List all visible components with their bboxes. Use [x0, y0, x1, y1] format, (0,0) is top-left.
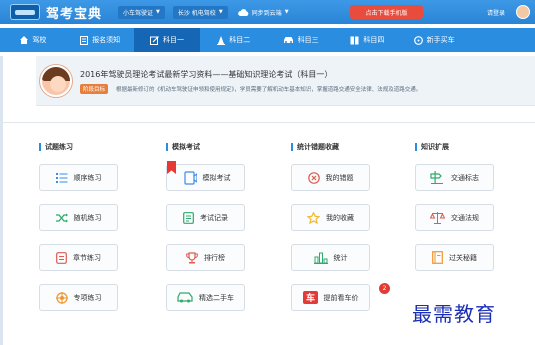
- notice-icon: [80, 35, 89, 45]
- button-label: 过关秘籍: [449, 253, 477, 262]
- car-type-select[interactable]: 小车驾驶证 ▼: [118, 5, 165, 19]
- special-practice-button[interactable]: 专项练习: [39, 284, 118, 311]
- shuffle-icon: [55, 213, 68, 223]
- chevron-down-icon: ▼: [218, 9, 223, 15]
- traffic-law-button[interactable]: 交通法规: [415, 204, 494, 231]
- car-price-icon: 车: [302, 291, 318, 304]
- heading-mock-exam: 模拟考试: [166, 143, 200, 151]
- used-car-button[interactable]: 精选二手车: [166, 284, 245, 311]
- nav-label: 驾校: [32, 36, 47, 44]
- wheel-icon: [413, 35, 423, 45]
- list-icon: [55, 172, 68, 183]
- nav-label: 科目二: [229, 36, 251, 44]
- notification-badge: 2: [379, 283, 390, 294]
- nav-item-subject-four[interactable]: 科目四: [334, 28, 401, 52]
- nav-item-enroll-notice[interactable]: 报名须知: [67, 28, 134, 52]
- traffic-sign-icon: [430, 171, 445, 184]
- secret-book-icon: [432, 251, 443, 264]
- goal-tag: 阶段目标: [80, 84, 109, 94]
- car-type-label: 小车驾驶证: [123, 9, 154, 17]
- button-label: 提前看车价: [323, 293, 359, 302]
- main-nav: 驾校 报名须知 科目一 科目二 科目三 科目四 新手买车: [0, 28, 535, 52]
- region-select[interactable]: 长沙 机电驾校 ▼: [172, 5, 228, 19]
- nav-label: 科目三: [297, 36, 319, 44]
- car-price-button[interactable]: 车 提前看车价: [291, 284, 370, 311]
- logo-car-icon: [10, 4, 40, 20]
- sync-label: 同步到云端: [251, 9, 282, 17]
- target-icon: [55, 291, 68, 304]
- button-label: 章节练习: [73, 253, 101, 262]
- nav-label: 科目四: [363, 36, 385, 44]
- pass-secrets-button[interactable]: 过关秘籍: [415, 244, 494, 271]
- chapter-icon: [56, 251, 67, 264]
- random-practice-button[interactable]: 随机练习: [39, 204, 118, 231]
- button-label: 交通标志: [451, 173, 479, 182]
- cone-icon: [217, 35, 226, 45]
- chevron-down-icon: ▼: [156, 9, 160, 15]
- sequential-practice-button[interactable]: 顺序练习: [39, 164, 118, 191]
- star-icon: [307, 211, 320, 224]
- home-icon: [20, 36, 29, 44]
- used-car-icon: [177, 292, 193, 303]
- svg-text:车: 车: [305, 292, 314, 304]
- mascot-avatar: [40, 65, 72, 97]
- button-label: 随机练习: [73, 213, 102, 222]
- heading-practice: 试题练习: [39, 143, 73, 151]
- download-app-button[interactable]: 点击下载手机版: [350, 5, 423, 19]
- trophy-icon: [186, 251, 198, 264]
- intro-banner: [36, 56, 535, 106]
- app-logo[interactable]: 驾考宝典: [10, 3, 102, 22]
- button-label: 考试记录: [200, 213, 228, 222]
- region-label: 长沙 机电驾校: [177, 9, 216, 17]
- statistics-button[interactable]: 统计: [291, 244, 370, 271]
- section-divider: [0, 122, 535, 123]
- traffic-signs-button[interactable]: 交通标志: [415, 164, 494, 191]
- exam-record-button[interactable]: 考试记录: [166, 204, 245, 231]
- cloud-icon: [237, 8, 248, 16]
- my-favorites-button[interactable]: 我的收藏: [291, 204, 370, 231]
- sync-cloud-button[interactable]: 同步到云端 ▼: [237, 8, 289, 17]
- record-icon: [183, 211, 194, 224]
- left-edge-strip: [0, 56, 3, 345]
- nav-label: 报名须知: [92, 36, 121, 44]
- nav-item-new-car[interactable]: 新手买车: [401, 28, 468, 52]
- button-label: 我的错题: [325, 173, 354, 182]
- chapter-practice-button[interactable]: 章节练习: [39, 244, 118, 271]
- banner-title: 2016年驾驶员理论考试最新学习资料——基础知识理论考试（科目一）: [80, 70, 333, 79]
- button-label: 专项练习: [73, 293, 102, 302]
- nav-label: 新手买车: [426, 36, 455, 44]
- car-icon: [283, 36, 294, 44]
- wrong-icon: [307, 171, 320, 184]
- top-bar: 驾考宝典 小车驾驶证 ▼ 长沙 机电驾校 ▼ 同步到云端 ▼: [0, 0, 535, 24]
- button-label: 统计: [333, 253, 348, 262]
- button-label: 排行榜: [204, 253, 225, 262]
- button-label: 精选二手车: [199, 293, 234, 302]
- edit-icon: [149, 35, 159, 45]
- user-avatar[interactable]: [516, 5, 530, 19]
- nav-label: 科目一: [162, 36, 184, 44]
- stats-icon: [313, 252, 328, 264]
- mock-exam-button[interactable]: 模拟考试: [166, 164, 245, 191]
- button-label: 顺序练习: [73, 173, 102, 182]
- nav-item-subject-two[interactable]: 科目二: [200, 28, 267, 52]
- my-wrong-answers-button[interactable]: 我的错题: [291, 164, 370, 191]
- chevron-down-icon: ▼: [284, 9, 289, 15]
- nav-item-subject-three[interactable]: 科目三: [267, 28, 334, 52]
- button-label: 我的收藏: [326, 213, 354, 222]
- goal-text: 根据最新修订的《机动车驾驶证申领和使用规定》，学员需要了解机动车基本知识，掌握道…: [116, 87, 422, 93]
- scale-icon: [430, 211, 445, 224]
- book-icon: [350, 36, 359, 45]
- nav-item-subject-one[interactable]: 科目一: [133, 28, 201, 52]
- login-link[interactable]: 请登录: [487, 8, 505, 17]
- watermark-text: 最需教育: [412, 302, 496, 326]
- nav-item-driving-school[interactable]: 驾校: [0, 28, 67, 52]
- button-label: 交通法规: [451, 213, 479, 222]
- button-label: 模拟考试: [202, 173, 231, 182]
- heading-stats: 统计错题收藏: [291, 143, 339, 151]
- exam-icon: [181, 170, 197, 185]
- heading-knowledge: 知识扩展: [415, 143, 449, 151]
- leaderboard-button[interactable]: 排行榜: [166, 244, 245, 271]
- app-title: 驾考宝典: [46, 6, 103, 22]
